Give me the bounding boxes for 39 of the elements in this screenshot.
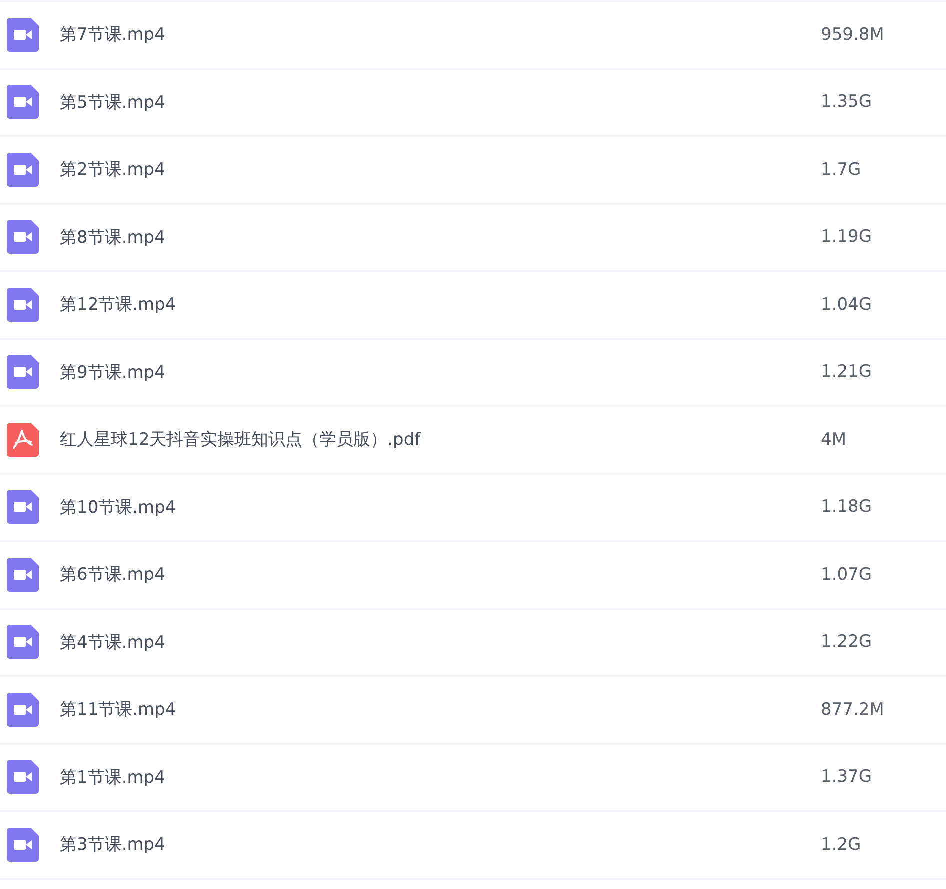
file-name[interactable]: 第2节课.mp4 bbox=[60, 158, 800, 182]
video-file-icon bbox=[7, 828, 39, 862]
file-size: 1.37G bbox=[821, 767, 872, 788]
video-file-icon bbox=[7, 18, 39, 52]
file-size: 1.21G bbox=[821, 362, 872, 382]
file-size: 4M bbox=[821, 430, 846, 450]
file-size: 1.7G bbox=[821, 160, 862, 180]
file-name[interactable]: 第9节课.mp4 bbox=[60, 360, 800, 384]
file-size: 1.04G bbox=[821, 294, 872, 315]
file-name[interactable]: 第11节课.mp4 bbox=[60, 698, 800, 722]
file-name[interactable]: 第12节课.mp4 bbox=[60, 293, 800, 316]
file-name[interactable]: 第3节课.mp4 bbox=[60, 833, 800, 856]
file-name[interactable]: 第10节课.mp4 bbox=[60, 496, 800, 519]
video-file-icon bbox=[7, 288, 39, 322]
file-name[interactable]: 红人星球12天抖音实操班知识点（学员版）.pdf bbox=[60, 428, 800, 452]
file-size: 1.22G bbox=[821, 632, 872, 652]
file-name[interactable]: 第5节课.mp4 bbox=[60, 90, 800, 114]
file-name[interactable]: 第8节课.mp4 bbox=[60, 226, 800, 249]
video-file-icon bbox=[7, 220, 39, 254]
video-file-icon bbox=[7, 152, 39, 187]
video-file-icon bbox=[7, 558, 39, 592]
pdf-file-icon bbox=[7, 422, 39, 457]
video-file-icon bbox=[7, 625, 39, 660]
video-file-icon bbox=[7, 692, 39, 727]
file-size: 1.18G bbox=[821, 497, 872, 518]
file-size: 1.35G bbox=[821, 92, 872, 112]
file-size: 1.2G bbox=[821, 834, 862, 855]
file-size: 877.2M bbox=[821, 700, 884, 720]
video-file-icon bbox=[7, 355, 39, 390]
file-size: 1.07G bbox=[821, 564, 872, 585]
file-name[interactable]: 第4节课.mp4 bbox=[60, 630, 800, 654]
video-file-icon bbox=[7, 490, 39, 524]
file-name[interactable]: 第1节课.mp4 bbox=[60, 766, 800, 789]
file-name[interactable]: 第6节课.mp4 bbox=[60, 563, 800, 586]
video-file-icon bbox=[7, 760, 39, 794]
file-name[interactable]: 第7节课.mp4 bbox=[60, 23, 800, 46]
file-size: 959.8M bbox=[821, 24, 884, 45]
file-size: 1.19G bbox=[821, 227, 872, 248]
video-file-icon bbox=[7, 85, 39, 120]
